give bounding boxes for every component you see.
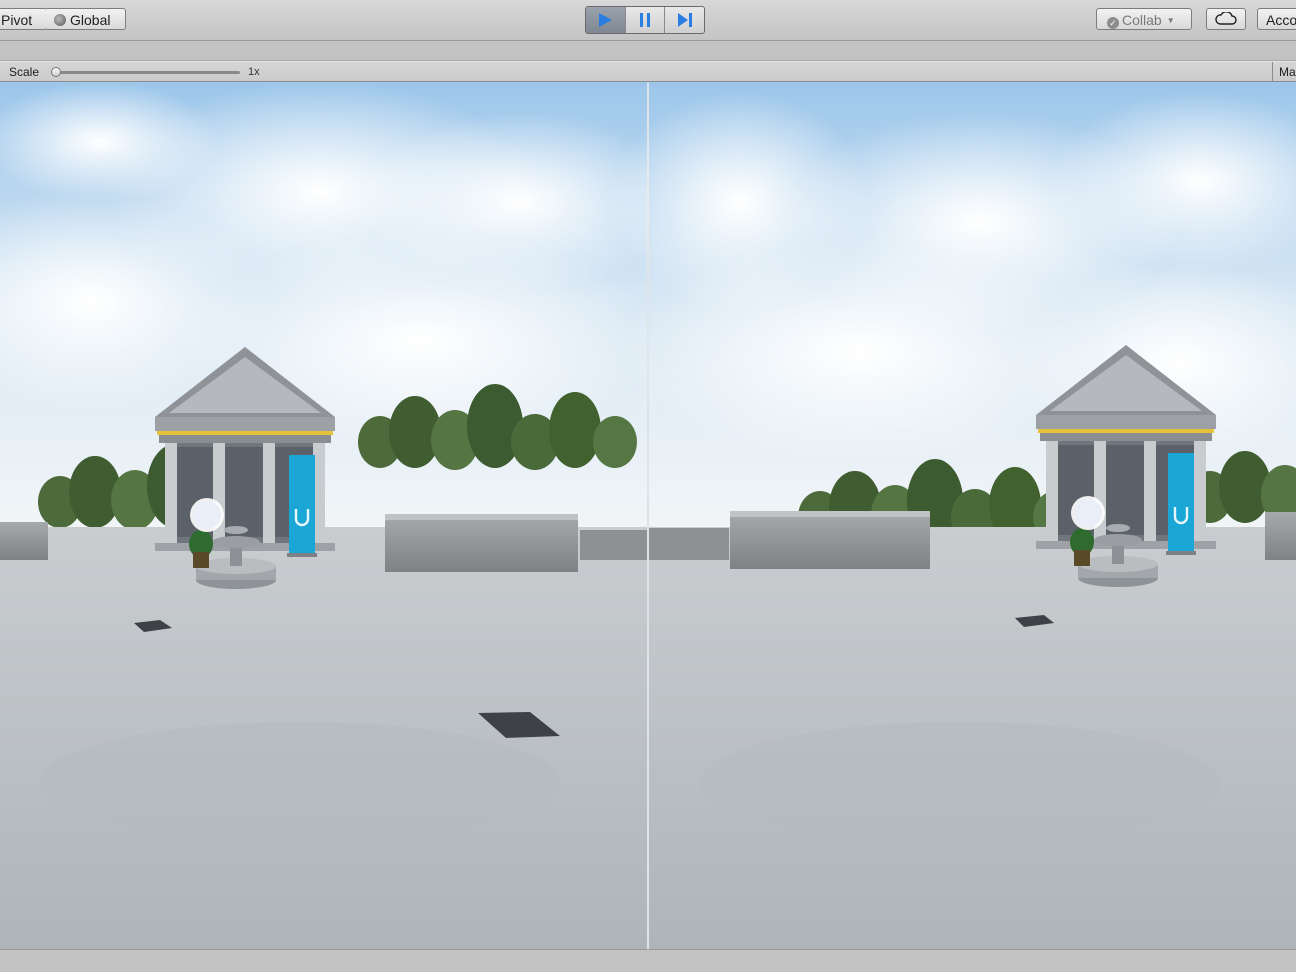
scale-slider-thumb[interactable] — [51, 67, 61, 77]
maximize-on-play-toggle[interactable]: Ma — [1279, 65, 1296, 79]
globe-icon — [54, 14, 66, 26]
collab-dropdown[interactable]: ✓ Collab ▼ — [1096, 8, 1192, 30]
game-view-toolbar: Scale 1x Ma — [0, 61, 1296, 82]
account-dropdown[interactable]: Acco — [1257, 8, 1296, 30]
global-label: Global — [70, 12, 111, 28]
toolbar-divider — [1272, 62, 1273, 82]
scale-value: 1x — [248, 66, 260, 78]
play-icon — [599, 13, 613, 27]
step-button[interactable] — [665, 7, 704, 33]
collab-label: Collab — [1122, 12, 1162, 28]
game-viewport[interactable] — [0, 82, 1296, 949]
step-icon — [677, 13, 692, 27]
status-bar — [0, 949, 1296, 972]
cloud-button[interactable] — [1206, 8, 1246, 30]
pivot-label: Pivot — [1, 12, 33, 28]
toolbar-spacer — [0, 41, 1296, 61]
check-circle-icon: ✓ — [1107, 17, 1119, 29]
caret-down-icon: ▼ — [1166, 16, 1175, 25]
main-toolbar: Pivot Global ✓ Collab ▼ Acco — [0, 0, 1296, 41]
left-eye-view — [0, 82, 680, 949]
play-button[interactable] — [586, 7, 626, 33]
global-toggle-button[interactable]: Global — [46, 8, 126, 30]
cloud-icon — [1215, 12, 1237, 25]
right-eye-view — [610, 82, 1296, 949]
scale-label: Scale — [9, 65, 40, 79]
scale-slider-track[interactable] — [56, 71, 240, 74]
pivot-toggle-button[interactable]: Pivot — [0, 8, 47, 30]
pause-icon — [640, 13, 650, 27]
playback-controls — [585, 6, 705, 34]
account-label: Acco — [1266, 12, 1296, 28]
pause-button[interactable] — [626, 7, 666, 33]
